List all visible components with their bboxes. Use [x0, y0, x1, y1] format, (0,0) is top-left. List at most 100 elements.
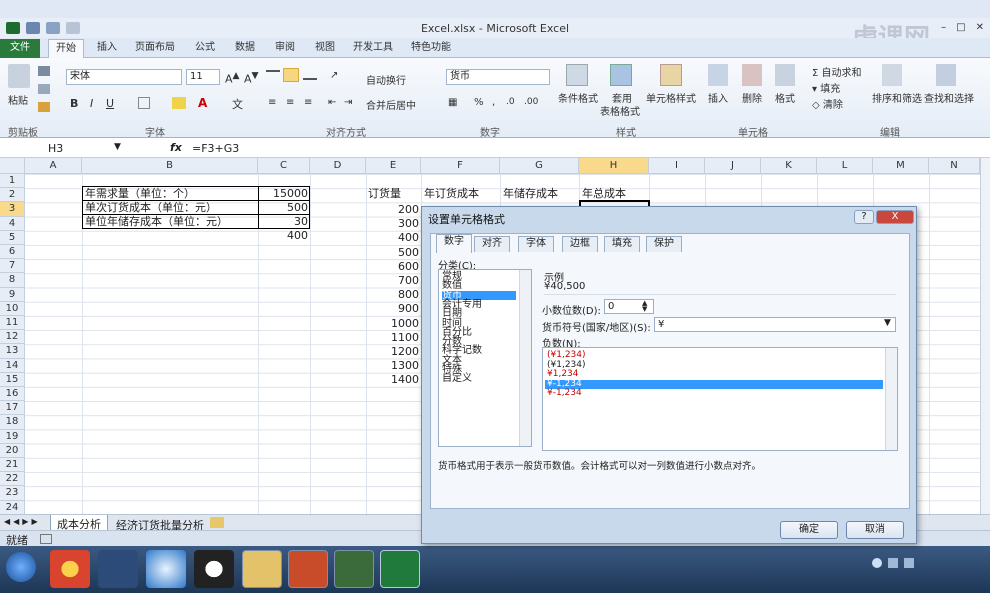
cell-e11[interactable]: 1000: [366, 317, 419, 331]
tab-page-layout[interactable]: 页面布局: [132, 39, 178, 58]
close-icon[interactable]: ✕: [976, 22, 984, 33]
paste-button[interactable]: 粘贴: [8, 92, 28, 107]
row-header-3[interactable]: 3: [0, 202, 25, 217]
row-header-22[interactable]: 22: [0, 472, 25, 487]
vertical-scrollbar[interactable]: [980, 158, 990, 514]
tab-home[interactable]: 开始: [48, 39, 84, 58]
dialog-tab-number[interactable]: 数字: [436, 234, 472, 253]
align-bottom-icon[interactable]: [303, 70, 317, 80]
cut-icon[interactable]: [38, 66, 50, 76]
align-middle-icon[interactable]: [283, 68, 299, 82]
row-header-2[interactable]: 2: [0, 188, 25, 203]
row-header-19[interactable]: 19: [0, 429, 25, 444]
number-format-select[interactable]: 货币: [446, 69, 550, 85]
dialog-tab-fill[interactable]: 填充: [604, 236, 640, 252]
row-header-7[interactable]: 7: [0, 259, 25, 274]
negative-format-item[interactable]: (¥1,234): [545, 350, 883, 361]
row-header-6[interactable]: 6: [0, 245, 25, 260]
name-box-dropdown-icon[interactable]: ▼: [114, 142, 121, 152]
sort-filter-button[interactable]: 排序和筛选: [872, 90, 922, 105]
category-list[interactable]: 常规 数值 货币 会计专用 日期 时间 百分比 分数 科学记数 文本 特殊 自定义: [438, 269, 532, 447]
col-header-d[interactable]: D: [310, 158, 366, 174]
cell-style-icon[interactable]: [660, 64, 682, 86]
tab-review[interactable]: 审阅: [270, 39, 300, 58]
bold-icon[interactable]: B: [70, 97, 78, 110]
insert-cells-icon[interactable]: [708, 64, 728, 86]
font-color-icon[interactable]: A: [198, 96, 207, 110]
negative-number-list[interactable]: (¥1,234) (¥1,234) ¥1,234 ¥-1,234 ¥-1,234: [542, 347, 898, 451]
minimize-icon[interactable]: –: [941, 22, 946, 33]
cancel-button[interactable]: 取消: [846, 521, 904, 539]
tab-view[interactable]: 视图: [310, 39, 340, 58]
row-header-20[interactable]: 20: [0, 443, 25, 458]
tab-data[interactable]: 数据: [230, 39, 260, 58]
row-header-23[interactable]: 23: [0, 486, 25, 501]
help-icon[interactable]: ?: [854, 210, 874, 224]
name-box[interactable]: H3: [48, 142, 63, 155]
cell-e9[interactable]: 800: [366, 288, 419, 302]
fx-icon[interactable]: fx: [170, 141, 182, 154]
format-cells-icon[interactable]: [775, 64, 795, 86]
tray-volume-icon[interactable]: [904, 558, 914, 568]
clear-button[interactable]: ◇ 清除: [812, 96, 843, 111]
row-header-18[interactable]: 18: [0, 415, 25, 430]
row-header-8[interactable]: 8: [0, 273, 25, 288]
col-header-c[interactable]: C: [258, 158, 310, 174]
col-header-l[interactable]: L: [817, 158, 873, 174]
cell-c5[interactable]: 400: [258, 229, 308, 243]
cell-e13[interactable]: 1200: [366, 345, 419, 359]
macro-record-icon[interactable]: [40, 534, 52, 544]
tab-file[interactable]: 文件: [0, 39, 40, 58]
align-top-icon[interactable]: [266, 70, 280, 80]
currency-dropdown-icon[interactable]: ▼: [884, 318, 891, 328]
decrease-decimal-icon[interactable]: .00: [524, 97, 538, 107]
col-header-h[interactable]: H: [579, 158, 649, 174]
row-header-9[interactable]: 9: [0, 287, 25, 302]
col-header-b[interactable]: B: [82, 158, 258, 174]
row-header-15[interactable]: 15: [0, 372, 25, 387]
cell-b4[interactable]: 单位年储存成本（单位：元）: [85, 215, 228, 229]
row-header-16[interactable]: 16: [0, 387, 25, 402]
tab-insert[interactable]: 插入: [92, 39, 122, 58]
align-center-icon[interactable]: ≡: [286, 97, 294, 108]
comma-style-icon[interactable]: ,: [492, 97, 495, 108]
formula-input[interactable]: =F3+G3: [192, 142, 239, 155]
app-camtasia-icon[interactable]: [334, 550, 374, 588]
select-all-corner[interactable]: [0, 158, 25, 174]
row-header-17[interactable]: 17: [0, 401, 25, 416]
shrink-font-icon[interactable]: A▼: [244, 70, 259, 86]
cell-f2[interactable]: 年订货成本: [424, 187, 479, 201]
table-format-icon[interactable]: [610, 64, 632, 86]
tab-special[interactable]: 特色功能: [408, 39, 454, 58]
cell-e10[interactable]: 900: [366, 302, 419, 316]
copy-icon[interactable]: [38, 84, 50, 94]
row-header-13[interactable]: 13: [0, 344, 25, 359]
tab-developer[interactable]: 开发工具: [350, 39, 396, 58]
sheet-nav-icon[interactable]: ◀◀▶▶: [4, 517, 41, 526]
cell-e7[interactable]: 600: [366, 260, 419, 274]
insert-sheet-icon[interactable]: [210, 517, 224, 528]
grow-font-icon[interactable]: A▲: [225, 70, 240, 86]
cell-e14[interactable]: 1300: [366, 359, 419, 373]
delete-cells-icon[interactable]: [742, 64, 762, 86]
format-cells-button[interactable]: 格式: [775, 90, 795, 105]
negative-format-item[interactable]: ¥1,234: [545, 370, 883, 380]
cell-e4[interactable]: 300: [366, 217, 419, 231]
col-header-f[interactable]: F: [421, 158, 500, 174]
dialog-tab-alignment[interactable]: 对齐: [474, 236, 510, 252]
row-header-11[interactable]: 11: [0, 316, 25, 331]
row-header-4[interactable]: 4: [0, 216, 25, 231]
fill-color-icon[interactable]: [172, 97, 186, 109]
ok-button[interactable]: 确定: [780, 521, 838, 539]
dialog-tab-font[interactable]: 字体: [518, 236, 554, 252]
row-header-10[interactable]: 10: [0, 301, 25, 316]
cell-c2[interactable]: 15000: [258, 187, 308, 201]
wrap-text-button[interactable]: 自动换行: [366, 72, 406, 87]
row-header-24[interactable]: 24: [0, 500, 25, 515]
cell-b2[interactable]: 年需求量（单位：个）: [85, 187, 195, 201]
cell-style-button[interactable]: 单元格样式: [646, 90, 696, 105]
category-scrollbar[interactable]: [519, 270, 531, 446]
align-left-icon[interactable]: ≡: [268, 97, 276, 108]
conditional-format-icon[interactable]: [566, 64, 588, 86]
col-header-e[interactable]: E: [366, 158, 421, 174]
